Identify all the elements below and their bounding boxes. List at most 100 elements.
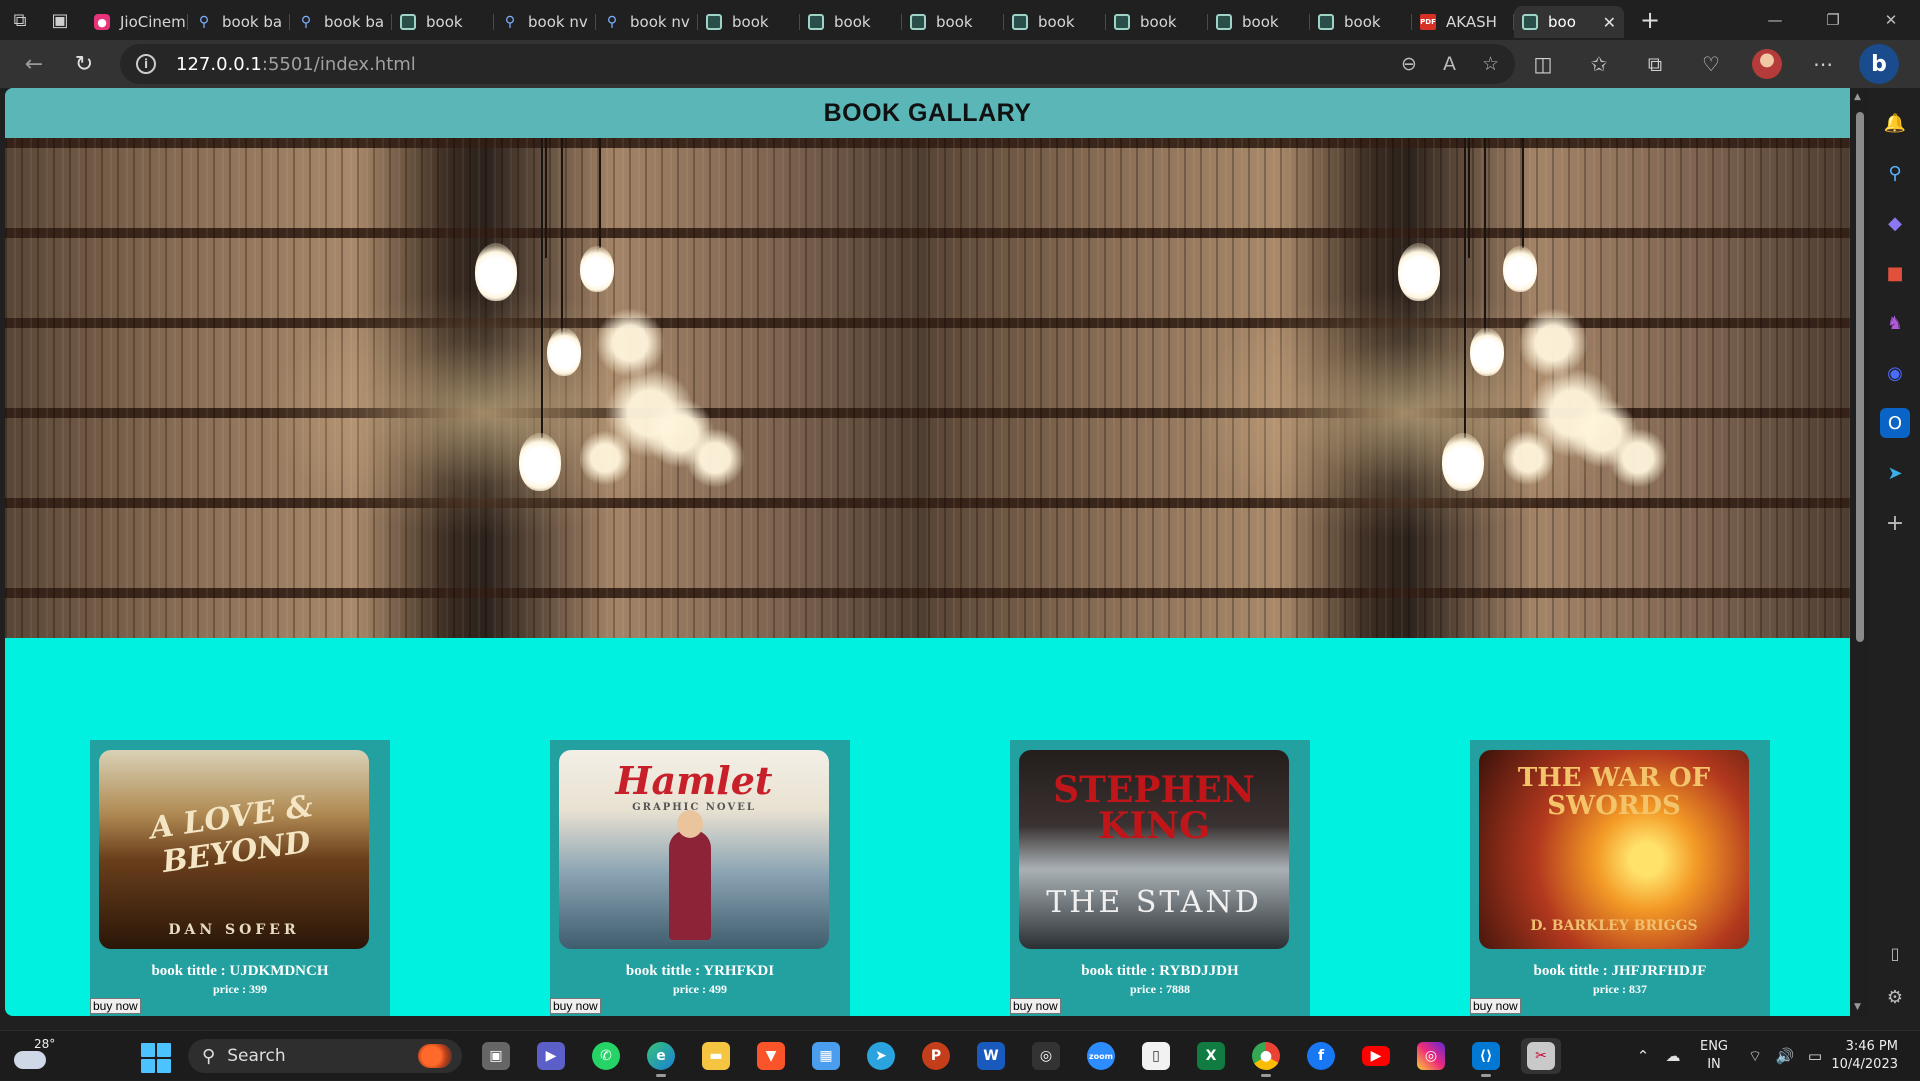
browser-tab[interactable]: book bbox=[1106, 6, 1208, 38]
search-icon: ⚲ bbox=[504, 14, 516, 30]
page-scrollbar[interactable]: ▲ ▼ bbox=[1850, 88, 1868, 1016]
vscode-icon[interactable]: ⟨⟩ bbox=[1466, 1038, 1506, 1077]
book-cover-image[interactable]: STEPHEN KING THE STAND bbox=[1019, 750, 1289, 949]
browser-tab[interactable]: book bbox=[902, 6, 1004, 38]
buy-now-button[interactable]: buy now bbox=[1470, 998, 1521, 1014]
volume-icon[interactable]: 🔊 bbox=[1770, 1047, 1800, 1065]
notifications-bell-icon[interactable]: 🔔 bbox=[1880, 108, 1910, 138]
browser-tab[interactable]: ● JioCinem bbox=[86, 6, 188, 38]
search-icon[interactable]: ⚲ bbox=[1880, 158, 1910, 188]
zoom-icon[interactable]: zoom bbox=[1081, 1038, 1121, 1074]
davinci-resolve-icon[interactable]: ◎ bbox=[1026, 1038, 1066, 1074]
buy-now-button[interactable]: buy now bbox=[1010, 998, 1061, 1014]
book-title: book tittle : RYBDJJDH bbox=[1081, 963, 1239, 979]
chrome-icon[interactable]: ● bbox=[1246, 1038, 1286, 1077]
excel-icon[interactable]: X bbox=[1191, 1038, 1231, 1074]
copilot-app-icon[interactable]: ◉ bbox=[1880, 358, 1910, 388]
notepad-file-icon[interactable]: ▯ bbox=[1136, 1038, 1176, 1074]
browser-tab[interactable]: ⚲ book nv bbox=[596, 6, 698, 38]
task-view-icon[interactable]: ▣ bbox=[476, 1038, 516, 1074]
browser-tab[interactable]: book bbox=[392, 6, 494, 38]
wifi-icon[interactable]: ⌔ bbox=[1740, 1047, 1770, 1066]
page-title: BOOK GALLARY bbox=[823, 98, 1032, 127]
new-tab-button[interactable]: + bbox=[1630, 0, 1670, 40]
browser-tab[interactable]: ⚲ book ba bbox=[188, 6, 290, 38]
minimize-button[interactable]: — bbox=[1746, 0, 1804, 40]
tools-briefcase-icon[interactable]: ■ bbox=[1880, 258, 1910, 288]
instagram-icon[interactable]: ◎ bbox=[1411, 1038, 1451, 1074]
buy-now-button[interactable]: buy now bbox=[90, 998, 141, 1014]
workspaces-icon[interactable]: ⧉ bbox=[0, 0, 40, 40]
back-button[interactable]: ← bbox=[12, 44, 56, 84]
hide-sidebar-icon[interactable]: ▯ bbox=[1891, 944, 1900, 963]
browser-essentials-icon[interactable]: ♡ bbox=[1683, 44, 1739, 84]
microsoft-store-icon[interactable]: ▦ bbox=[806, 1038, 846, 1074]
cover-title: THE WAR OF SWORDS bbox=[1517, 763, 1711, 821]
browser-tab[interactable]: book bbox=[1310, 6, 1412, 38]
page-icon bbox=[706, 14, 722, 30]
games-icon[interactable]: ♞ bbox=[1880, 308, 1910, 338]
word-icon[interactable]: W bbox=[971, 1038, 1011, 1074]
file-explorer-icon[interactable]: ▬ bbox=[696, 1038, 736, 1074]
favorite-star-icon[interactable]: ☆ bbox=[1482, 53, 1499, 75]
shopping-tag-icon[interactable]: ◆ bbox=[1880, 208, 1910, 238]
start-windows-icon[interactable] bbox=[141, 1043, 171, 1073]
more-menu-icon[interactable]: ⋯ bbox=[1795, 44, 1851, 84]
tab-actions-icon[interactable]: ▣ bbox=[40, 0, 80, 40]
snipping-tool-icon[interactable]: ✂ bbox=[1521, 1038, 1561, 1074]
browser-tab-active[interactable]: boo ✕ bbox=[1514, 6, 1624, 38]
zoom-icon[interactable]: ⊖ bbox=[1401, 53, 1417, 75]
language-indicator[interactable]: ENG IN bbox=[1688, 1038, 1740, 1074]
close-tab-icon[interactable]: ✕ bbox=[1603, 13, 1616, 32]
favorites-icon[interactable]: ✩ bbox=[1571, 44, 1627, 84]
scroll-up-arrow-icon[interactable]: ▲ bbox=[1854, 92, 1861, 102]
close-window-button[interactable]: ✕ bbox=[1862, 0, 1920, 40]
buy-now-button[interactable]: buy now bbox=[550, 998, 601, 1014]
address-bar[interactable]: i 127.0.0.1:5501/index.html ⊖ A ☆ bbox=[120, 44, 1515, 84]
read-aloud-icon[interactable]: A bbox=[1443, 53, 1456, 75]
scroll-down-arrow-icon[interactable]: ▼ bbox=[1854, 1002, 1861, 1012]
book-cover-image[interactable]: THE WAR OF SWORDS D. BARKLEY BRIGGS bbox=[1479, 750, 1749, 949]
tab-title: JioCinem bbox=[120, 13, 186, 31]
browser-tab[interactable]: book bbox=[1004, 6, 1106, 38]
book-cover-image[interactable]: A LOVE & BEYOND DAN SOFER bbox=[99, 750, 369, 949]
page-icon bbox=[1012, 14, 1028, 30]
book-cover-image[interactable]: Hamlet GRAPHIC NOVEL bbox=[559, 750, 829, 949]
browser-tab[interactable]: ⚲ book ba bbox=[290, 6, 392, 38]
weather-widget[interactable]: 28° bbox=[14, 1037, 55, 1075]
clock[interactable]: 3:46 PM 10/4/2023 bbox=[1830, 1038, 1920, 1074]
book-title: book tittle : JHFJRFHDJF bbox=[1533, 963, 1707, 979]
browser-tab[interactable]: book bbox=[800, 6, 902, 38]
sidebar-settings-gear-icon[interactable]: ⚙ bbox=[1887, 987, 1903, 1008]
browser-tab[interactable]: PDF AKASH bbox=[1412, 6, 1514, 38]
whatsapp-icon[interactable]: ✆ bbox=[586, 1038, 626, 1074]
edge-browser-icon[interactable]: e bbox=[641, 1038, 681, 1077]
powerpoint-icon[interactable]: P bbox=[916, 1038, 956, 1074]
battery-icon[interactable]: ▭ bbox=[1800, 1047, 1830, 1065]
telegram-icon[interactable]: ➤ bbox=[861, 1038, 901, 1074]
teams-chat-icon[interactable]: ▶ bbox=[531, 1038, 571, 1074]
restore-button[interactable]: ❐ bbox=[1804, 0, 1862, 40]
scrollbar-thumb[interactable] bbox=[1856, 112, 1864, 642]
browser-tab[interactable]: book bbox=[698, 6, 800, 38]
tab-title: book bbox=[1140, 13, 1177, 31]
show-hidden-icons-chevron-icon[interactable]: ⌃ bbox=[1628, 1047, 1658, 1065]
add-sidebar-app-icon[interactable]: + bbox=[1880, 508, 1910, 538]
refresh-button[interactable]: ↻ bbox=[62, 44, 106, 84]
browser-tab[interactable]: book bbox=[1208, 6, 1310, 38]
onedrive-cloud-icon[interactable]: ☁ bbox=[1658, 1047, 1688, 1065]
taskbar-search-box[interactable]: ⚲ Search bbox=[188, 1039, 462, 1073]
facebook-icon[interactable]: f bbox=[1301, 1038, 1341, 1074]
copilot-icon[interactable]: b bbox=[1859, 44, 1899, 84]
collections-icon[interactable]: ⧉ bbox=[1627, 44, 1683, 84]
outlook-icon[interactable]: O bbox=[1880, 408, 1910, 438]
brave-browser-icon[interactable]: ▼ bbox=[751, 1038, 791, 1074]
youtube-icon[interactable]: ▶ bbox=[1356, 1038, 1396, 1074]
url-text[interactable]: 127.0.0.1:5501/index.html bbox=[176, 54, 416, 75]
browser-tab[interactable]: ⚲ book nv bbox=[494, 6, 596, 38]
profile-avatar[interactable] bbox=[1752, 49, 1782, 79]
split-screen-icon[interactable]: ◫ bbox=[1515, 44, 1571, 84]
page-icon bbox=[1318, 14, 1334, 30]
site-info-icon[interactable]: i bbox=[136, 54, 156, 74]
drop-send-icon[interactable]: ➤ bbox=[1880, 458, 1910, 488]
